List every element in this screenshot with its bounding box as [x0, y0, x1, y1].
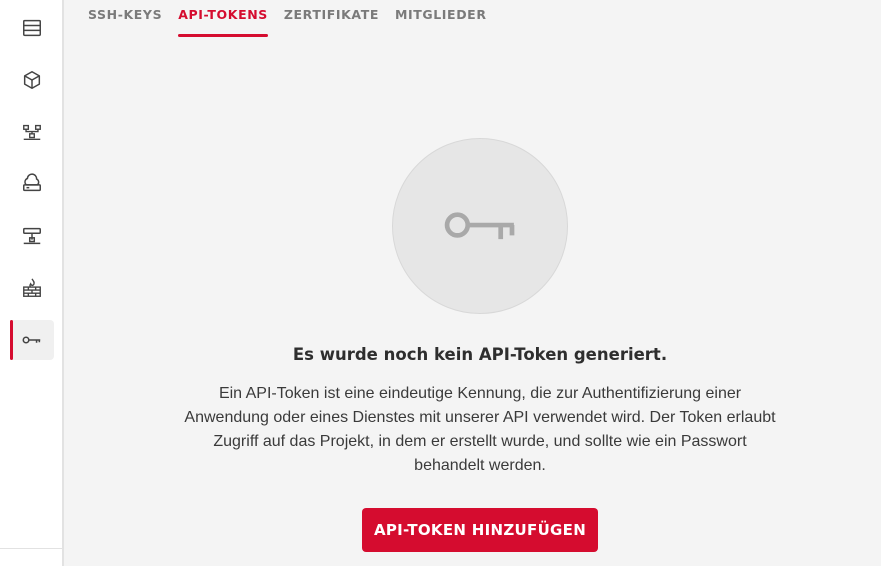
sidebar-item-networks[interactable]	[10, 112, 54, 152]
sidebar-item-servers[interactable]	[10, 8, 54, 48]
server-icon	[23, 19, 41, 37]
network-switch-icon	[23, 227, 41, 245]
cube-icon	[23, 71, 41, 89]
sidebar-item-security[interactable]	[10, 320, 54, 360]
network-icon	[23, 124, 41, 141]
empty-state-description: Ein API-Token ist eine eindeutige Kennun…	[184, 385, 776, 474]
empty-state-title: Es wurde noch kein API-Token generiert.	[292, 345, 668, 364]
sidebar-item-load-balancers[interactable]	[10, 164, 54, 204]
sidebar-item-switches[interactable]	[10, 216, 54, 256]
sidebar	[0, 0, 64, 566]
tab-members[interactable]: MITGLIEDER	[395, 0, 487, 38]
sidebar-item-firewalls[interactable]	[10, 268, 54, 308]
tab-bar: SSH-KEYS API-TOKENS ZERTIFIKATE MITGLIED…	[88, 0, 487, 40]
firewall-icon	[23, 278, 41, 297]
cloud-storage-icon	[23, 173, 41, 192]
sidebar-item-volumes[interactable]	[10, 60, 54, 100]
tab-ssh-keys[interactable]: SSH-KEYS	[88, 0, 162, 38]
sidebar-divider	[0, 548, 62, 549]
tab-certificates[interactable]: ZERTIFIKATE	[284, 0, 379, 38]
key-icon	[444, 212, 515, 240]
add-api-token-button[interactable]: API-TOKEN HINZUFÜGEN	[362, 508, 598, 552]
empty-state-illustration	[392, 138, 568, 314]
key-icon	[22, 336, 41, 344]
tab-api-tokens[interactable]: API-TOKENS	[178, 0, 268, 38]
